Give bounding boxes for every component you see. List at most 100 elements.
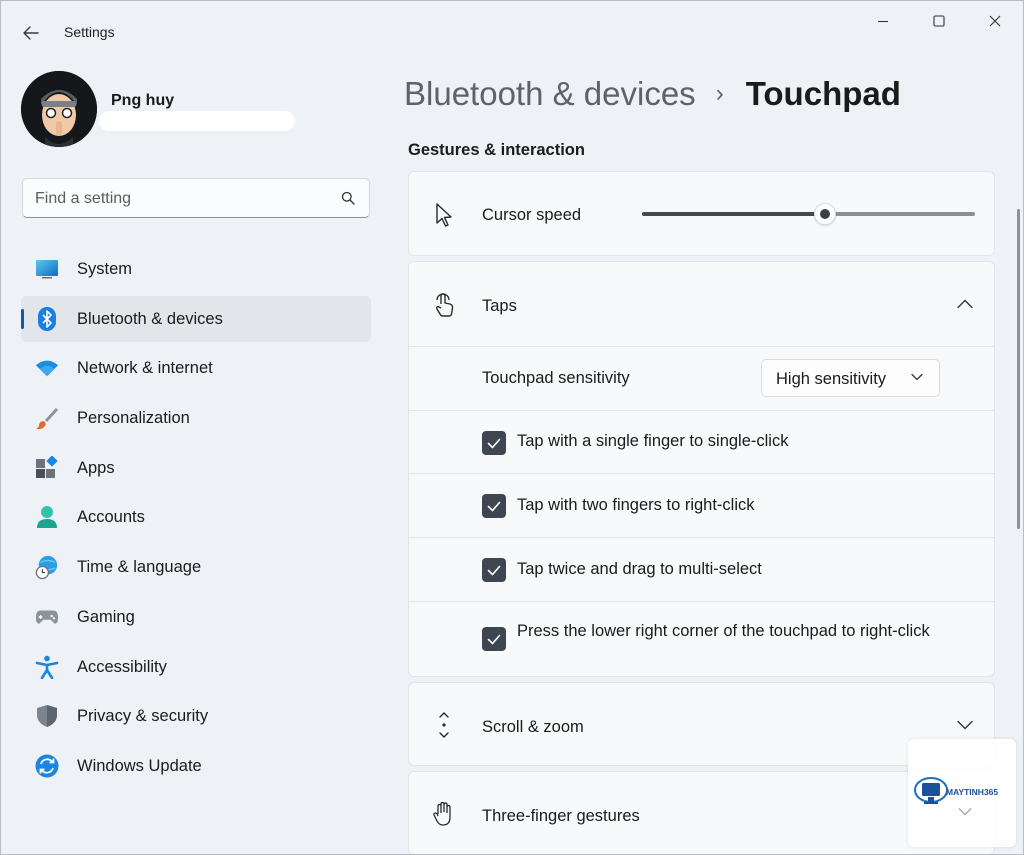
sidebar-item-label: Gaming (77, 607, 135, 626)
tap-option-row: Tap twice and drag to multi-select (409, 537, 994, 601)
sidebar-item-time-language[interactable]: Time & language (21, 544, 371, 590)
tap-single-click-checkbox[interactable] (482, 431, 506, 455)
sidebar-item-label: Personalization (77, 409, 190, 428)
cursor-icon (431, 202, 457, 228)
sidebar-item-personalization[interactable]: Personalization (21, 395, 371, 441)
breadcrumb-separator: › (715, 80, 724, 107)
taps-card: Taps Touchpad sensitivity High sensitivi… (408, 261, 995, 677)
checkmark-icon (487, 634, 501, 644)
checkbox-label[interactable]: Tap with a single finger to single-click (517, 430, 937, 453)
title-bar: Settings (1, 1, 1023, 63)
sidebar-item-system[interactable]: System (21, 246, 371, 292)
tap-option-row: Tap with two fingers to right-click (409, 473, 994, 537)
cursor-speed-label: Cursor speed (482, 206, 582, 224)
sidebar-item-label: System (77, 260, 133, 278)
brush-icon (35, 406, 59, 430)
scroll-zoom-card[interactable]: Scroll & zoom (408, 682, 995, 766)
taps-label: Taps (482, 297, 517, 315)
sidebar-item-privacy-security[interactable]: Privacy & security (21, 693, 371, 739)
sidebar-item-accounts[interactable]: Accounts (21, 494, 371, 540)
sidebar-nav: System Bluetooth & devices Network & int… (21, 246, 371, 793)
scroll-arrows-icon (431, 712, 457, 738)
globe-clock-icon (35, 555, 59, 580)
chevron-down-icon (911, 373, 923, 381)
sidebar-item-label: Time & language (77, 558, 202, 577)
scroll-zoom-label: Scroll & zoom (482, 718, 584, 736)
monitor-logo-icon (914, 777, 948, 804)
taps-header[interactable]: Taps (409, 262, 994, 346)
cursor-speed-slider[interactable] (642, 203, 975, 225)
checkbox-label[interactable]: Tap twice and drag to multi-select (517, 558, 937, 581)
page-title: Touchpad (745, 75, 901, 112)
shield-icon (35, 704, 59, 728)
checkmark-icon (487, 501, 501, 511)
close-icon (989, 15, 1001, 27)
arrow-left-icon (23, 26, 39, 40)
tap-option-row: Press the lower right corner of the touc… (409, 601, 994, 677)
minimize-button[interactable] (855, 5, 911, 37)
back-button[interactable] (15, 19, 47, 47)
sidebar-item-apps[interactable]: Apps (21, 445, 371, 491)
sidebar-item-label: Apps (77, 458, 115, 477)
dropdown-value: High sensitivity (776, 370, 887, 388)
apps-icon (35, 455, 59, 480)
breadcrumb-parent[interactable]: Bluetooth & devices (404, 75, 696, 112)
three-finger-gestures-card[interactable]: Three-finger gestures (408, 771, 995, 854)
checkbox-label[interactable]: Tap with two fingers to right-click (517, 494, 937, 517)
avatar (21, 71, 97, 147)
touchpad-sensitivity-dropdown[interactable]: High sensitivity (761, 359, 940, 397)
section-title: Gestures & interaction (408, 141, 585, 159)
minimize-icon (878, 20, 888, 23)
slider-thumb[interactable] (814, 203, 837, 225)
sidebar-item-label: Bluetooth & devices (77, 309, 223, 328)
breadcrumb: Bluetooth & devices › Touchpad (404, 75, 901, 119)
sidebar-item-label: Accessibility (77, 657, 167, 676)
user-profile[interactable]: Png huy (21, 71, 371, 151)
update-icon (35, 754, 59, 778)
accessibility-icon (35, 655, 59, 679)
search-input[interactable] (35, 188, 335, 210)
touchpad-sensitivity-row: Touchpad sensitivity High sensitivity (409, 346, 994, 410)
watermark-logo: MAYTINH365 (908, 739, 1016, 847)
tap-right-click-checkbox[interactable] (482, 494, 506, 518)
search-box[interactable] (22, 178, 370, 218)
app-title: Settings (64, 24, 115, 40)
sidebar-item-bluetooth[interactable]: Bluetooth & devices (21, 295, 371, 342)
chevron-up-icon[interactable] (955, 294, 975, 314)
sidebar-item-network[interactable]: Network & internet (21, 345, 371, 391)
sidebar-item-label: Network & internet (77, 359, 213, 378)
slider-fill (642, 212, 826, 216)
checkmark-icon (487, 438, 501, 448)
scrollbar[interactable] (1017, 209, 1020, 529)
sidebar-item-windows-update[interactable]: Windows Update (21, 743, 371, 789)
settings-window: Settings Png huy Find a setting System B… (0, 0, 1024, 855)
touchpad-sensitivity-label: Touchpad sensitivity (482, 369, 630, 387)
tap-finger-icon (431, 292, 457, 318)
avatar-icon (21, 71, 97, 147)
three-finger-gestures-label: Three-finger gestures (482, 807, 640, 825)
chevron-down-icon (958, 808, 972, 816)
close-button[interactable] (967, 5, 1023, 37)
system-icon (35, 257, 59, 281)
gamepad-icon (35, 605, 59, 629)
lower-right-corner-checkbox[interactable] (482, 627, 506, 651)
tap-drag-multiselect-checkbox[interactable] (482, 558, 506, 582)
sidebar-item-label: Privacy & security (77, 707, 209, 726)
maximize-icon (933, 15, 945, 27)
maximize-button[interactable] (911, 5, 967, 37)
search-icon[interactable] (341, 191, 355, 205)
checkbox-label[interactable]: Press the lower right corner of the touc… (517, 620, 937, 643)
hand-icon (431, 801, 457, 827)
wifi-icon (35, 356, 59, 380)
sidebar-item-label: Windows Update (77, 756, 202, 775)
cursor-speed-card: Cursor speed (408, 171, 995, 256)
sidebar-item-gaming[interactable]: Gaming (21, 594, 371, 640)
checkmark-icon (487, 565, 501, 575)
tap-option-row: Tap with a single finger to single-click (409, 410, 994, 473)
profile-email-redacted (99, 111, 295, 131)
sidebar-item-label: Accounts (77, 508, 145, 527)
watermark-text: MAYTINH365 (946, 787, 999, 797)
sidebar-item-accessibility[interactable]: Accessibility (21, 644, 371, 690)
chevron-down-icon[interactable] (955, 715, 975, 735)
bluetooth-icon (35, 306, 59, 331)
